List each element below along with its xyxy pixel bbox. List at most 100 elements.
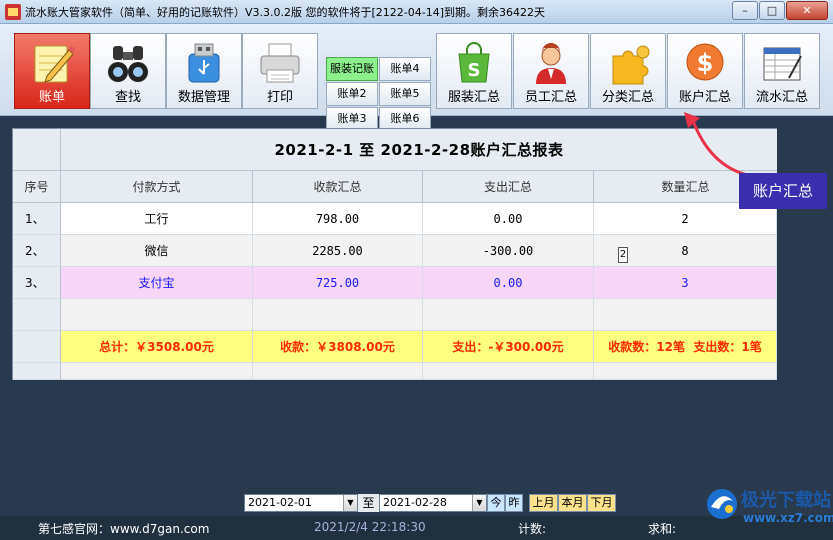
chevron-down-icon[interactable]: ▼: [343, 495, 357, 511]
account-clothing[interactable]: 服装记账: [326, 57, 378, 81]
account-summary-label: 账户汇总: [678, 90, 731, 105]
table-row[interactable]: 1、 工行 798.00 0.00 2: [13, 203, 777, 235]
column-header-expense[interactable]: 支出汇总: [423, 171, 594, 203]
expense-cell[interactable]: 0.00: [423, 203, 594, 235]
row-number: 2、: [13, 235, 61, 267]
count-cell[interactable]: 3: [594, 267, 777, 299]
printer-icon: [260, 43, 300, 83]
watermark-logo-icon: [707, 489, 737, 519]
last-month-button[interactable]: 上月: [529, 494, 558, 512]
table-row-selected[interactable]: 3、 支付宝 725.00 0.00 3: [13, 267, 777, 299]
empty-cell[interactable]: [253, 299, 423, 331]
start-date-value: 2021-02-01: [248, 496, 312, 509]
maximize-button[interactable]: □: [759, 1, 785, 20]
end-date-picker[interactable]: 2021-02-28 ▼: [379, 494, 487, 512]
totals-row[interactable]: 总计：￥3508.00元 收款：￥3808.00元 支出：-￥300.00元 收…: [13, 331, 777, 363]
website-text: 第七感官网：www.d7gan.com: [38, 522, 210, 536]
category-summary-label: 分类汇总: [601, 90, 654, 105]
account-5[interactable]: 账单5: [379, 82, 431, 106]
account-4[interactable]: 账单4: [379, 57, 431, 81]
row-number: 1、: [13, 203, 61, 235]
column-header-income[interactable]: 收款汇总: [253, 171, 423, 203]
binoculars-icon: [108, 46, 148, 82]
report-grid: 2021-2-1 至 2021-2-28账户汇总报表 序号 付款方式 收款汇总 …: [12, 128, 777, 380]
clothing-summary-label: 服装汇总: [447, 90, 500, 105]
total-expense-cell[interactable]: 支出：-￥300.00元: [423, 331, 594, 363]
usb-drive-icon: [188, 43, 220, 83]
employee-summary-label: 员工汇总: [524, 90, 577, 105]
empty-cell[interactable]: [61, 299, 253, 331]
toolbar: 账单 查找 数据管理 打印 服装记账 账单4 账单2 账单5 账单3 账单6 S…: [0, 24, 833, 131]
table-row[interactable]: 2、 微信 2285.00 -300.00 8: [13, 235, 777, 267]
method-cell[interactable]: 微信: [61, 235, 253, 267]
annotation-callout: 账户汇总: [739, 173, 827, 209]
next-month-button[interactable]: 下月: [587, 494, 616, 512]
puzzle-icon: [612, 45, 650, 85]
report-title: 2021-2-1 至 2021-2-28账户汇总报表: [61, 129, 777, 171]
watermark-url: www.xz7.com: [743, 511, 833, 525]
data-management-button[interactable]: 数据管理: [166, 33, 242, 109]
total-income-cell[interactable]: 收款：￥3808.00元: [253, 331, 423, 363]
datetime-text: 2021/2/4 22:18:30: [314, 520, 426, 534]
to-label: 至: [358, 494, 379, 512]
income-cell[interactable]: 725.00: [253, 267, 423, 299]
sum-label: 求和:: [648, 522, 677, 536]
empty-cell[interactable]: [594, 363, 777, 380]
search-button-label: 查找: [114, 90, 141, 105]
ledger-summary-button[interactable]: 流水汇总: [744, 33, 820, 109]
clothing-summary-button[interactable]: S 服装汇总: [436, 33, 512, 109]
window-controls: – □ ✕: [732, 1, 828, 20]
empty-cell[interactable]: [594, 299, 777, 331]
date-range-bar: 2021-02-01 ▼ 至 2021-02-28 ▼ 今 昨 上月 本月 下月: [244, 494, 616, 514]
app-icon: [5, 3, 21, 20]
table-row-empty[interactable]: [13, 299, 777, 331]
search-button[interactable]: 查找: [90, 33, 166, 109]
start-date-picker[interactable]: 2021-02-01 ▼: [244, 494, 358, 512]
empty-cell[interactable]: [61, 363, 253, 380]
bills-button[interactable]: 账单: [14, 33, 90, 109]
row-number: [13, 299, 61, 331]
empty-cell[interactable]: [423, 299, 594, 331]
notepad-pencil-icon: [34, 45, 75, 83]
column-header-no[interactable]: 序号: [13, 171, 61, 203]
watermark: 极光下载站 www.xz7.com: [703, 483, 833, 539]
watermark-name: 极光下载站: [741, 490, 831, 511]
row-number: 3、: [13, 267, 61, 299]
empty-cell[interactable]: [423, 363, 594, 380]
this-month-button[interactable]: 本月: [558, 494, 587, 512]
total-cell[interactable]: 总计：￥3508.00元: [61, 331, 253, 363]
method-cell[interactable]: 工行: [61, 203, 253, 235]
row-number: [13, 331, 61, 363]
income-cell[interactable]: 2285.00: [253, 235, 423, 267]
account-2[interactable]: 账单2: [326, 82, 378, 106]
dollar-coin-icon: $: [686, 43, 724, 81]
expense-cell[interactable]: 0.00: [423, 267, 594, 299]
employee-summary-button[interactable]: 员工汇总: [513, 33, 589, 109]
expense-cell[interactable]: -300.00: [423, 235, 594, 267]
category-summary-button[interactable]: 分类汇总: [590, 33, 666, 109]
window-title: 流水账大管家软件（简单、好用的记账软件）V3.3.0.2版 您的软件将于[212…: [25, 5, 546, 19]
print-button[interactable]: 打印: [242, 33, 318, 109]
svg-text:$: $: [697, 49, 714, 77]
end-date-value: 2021-02-28: [383, 496, 447, 509]
method-cell[interactable]: 支付宝: [61, 267, 253, 299]
yesterday-button[interactable]: 昨: [505, 494, 523, 512]
print-button-label: 打印: [266, 90, 293, 105]
income-cell[interactable]: 798.00: [253, 203, 423, 235]
cell-tooltip: 2: [618, 247, 628, 263]
account-summary-button[interactable]: $ 账户汇总: [667, 33, 743, 109]
total-count-cell[interactable]: 收款数：12笔 支出数：1笔: [594, 331, 777, 363]
person-icon: [536, 43, 566, 84]
minimize-button[interactable]: –: [732, 1, 758, 20]
column-header-method[interactable]: 付款方式: [61, 171, 253, 203]
count-label: 计数:: [518, 522, 547, 536]
close-button[interactable]: ✕: [786, 1, 828, 20]
grid-corner: [13, 129, 61, 171]
chevron-down-icon[interactable]: ▼: [472, 495, 486, 511]
account-selector: 服装记账 账单4 账单2 账单5 账单3 账单6: [326, 57, 432, 135]
data-management-button-label: 数据管理: [177, 90, 230, 105]
empty-cell[interactable]: [253, 363, 423, 380]
today-button[interactable]: 今: [487, 494, 505, 512]
title-bar: 流水账大管家软件（简单、好用的记账软件）V3.3.0.2版 您的软件将于[212…: [0, 0, 833, 24]
table-row-empty[interactable]: [13, 363, 777, 380]
